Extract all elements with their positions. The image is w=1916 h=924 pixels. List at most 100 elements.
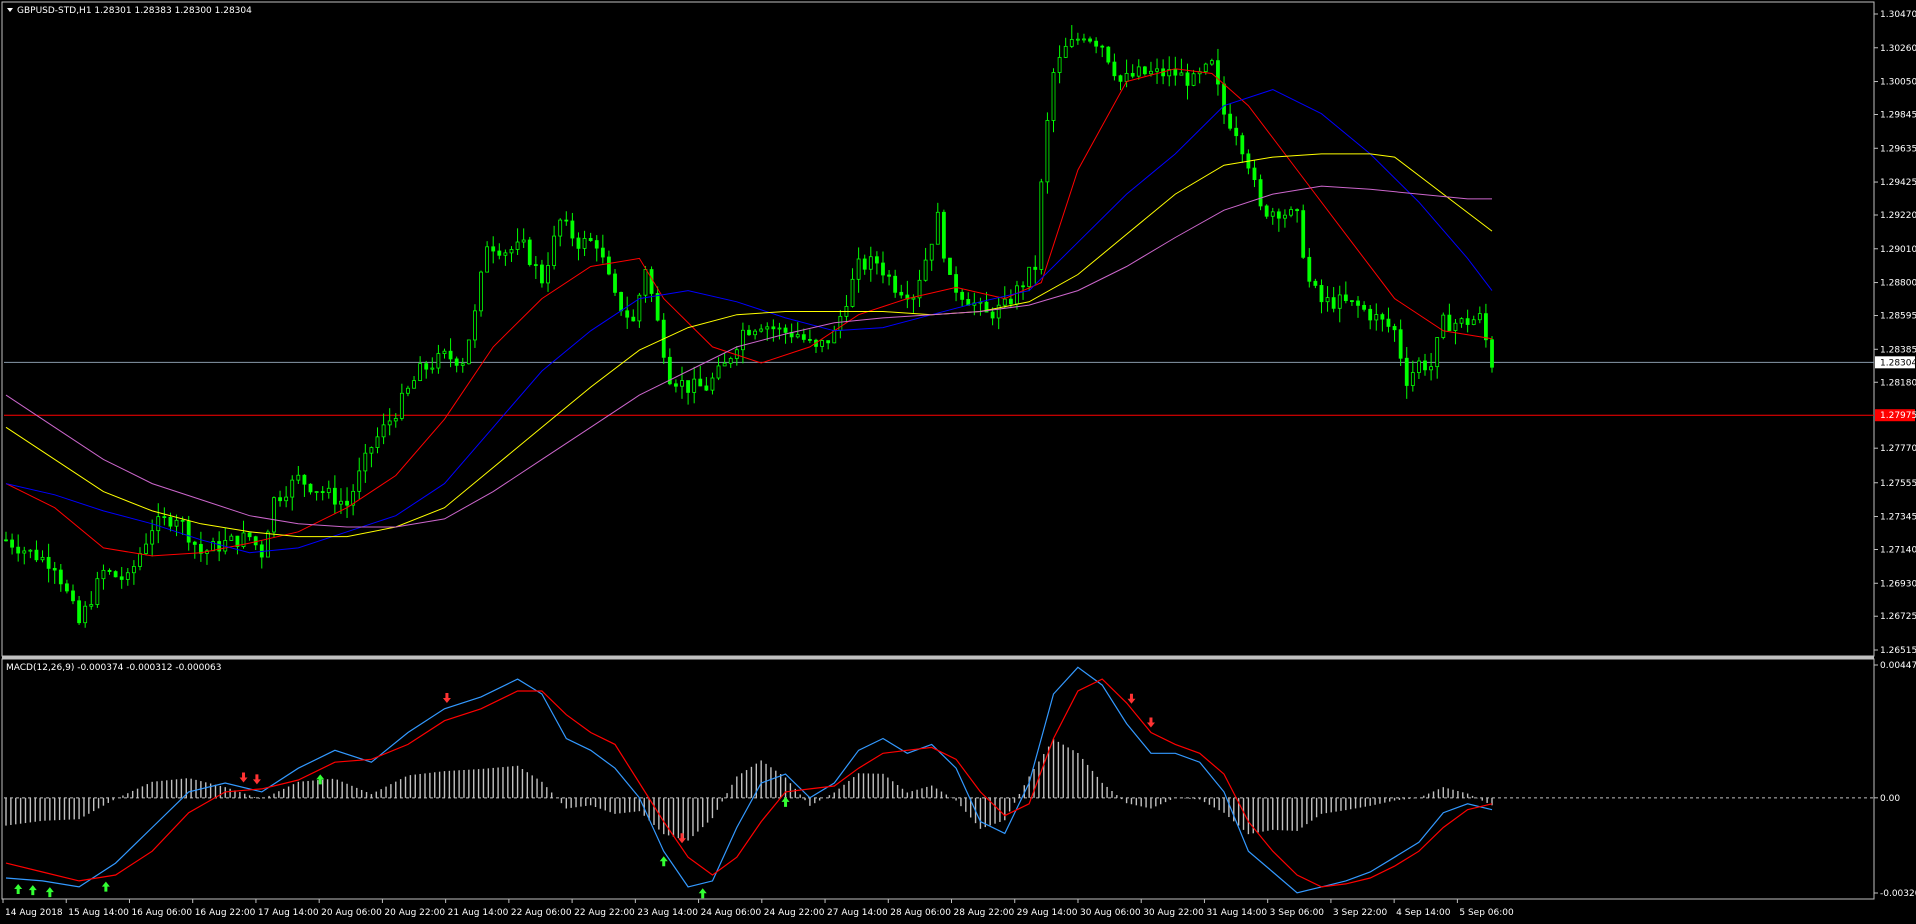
candle-body [381,424,386,438]
candle-body [265,531,270,558]
candle-body [119,576,124,580]
candle-body [1307,256,1312,282]
candle-body [314,491,319,493]
candle-body [290,479,295,498]
candle-body [1118,75,1123,82]
price-tick-label: 1.28800 [1880,279,1916,289]
macd-axis-zero: 0.00 [1880,794,1900,804]
candle-body [1051,72,1056,121]
candle-body [929,243,934,261]
candle-body [479,271,483,312]
candle-body [923,259,928,281]
candle-body [741,329,745,351]
candle-body [375,436,380,448]
candle-body [326,487,331,493]
candle-body [564,219,569,222]
time-tick-label: 5 Sep 06:00 [1459,908,1514,918]
candle-body [1063,45,1068,58]
candle-body [1124,72,1129,82]
time-tick-label: 15 Aug 14:00 [68,908,129,918]
candle-body [442,350,447,354]
current-price-text: 1.28304 [1880,358,1916,368]
price-tick-label: 1.30050 [1880,78,1916,88]
price-tick-label: 1.27140 [1880,545,1916,555]
candle-body [1350,300,1354,303]
candle-body [332,487,337,505]
candle-body [1423,360,1427,371]
candle-body [1100,45,1105,48]
candle-body [582,238,587,249]
candle-body [1313,280,1318,286]
chart-window[interactable]: 1.30470 1.30260 1.30050 1.29845 1.29635 1.294… [0,0,1916,924]
candle-body [960,291,965,300]
candle-body [1252,167,1257,181]
candle-body [1173,69,1178,76]
candle-body [1082,38,1086,41]
price-tick-label: 1.27770 [1880,444,1916,454]
candle-body [655,293,660,321]
candle-body [399,392,404,419]
candle-body [1094,40,1099,47]
time-tick-label: 3 Sep 06:00 [1270,908,1325,918]
candle-body [180,519,185,522]
candle-body [1057,57,1062,73]
candle-body [1027,266,1032,287]
time-tick-label: 24 Aug 22:00 [764,908,825,918]
price-tick-label: 1.26725 [1880,612,1916,622]
candle-body [509,249,514,254]
candle-body [1362,304,1367,310]
candle-body [58,569,63,585]
candle-body [996,304,1001,319]
candle-body [150,530,155,545]
candle-body [1319,285,1324,303]
candle-body [1185,72,1190,86]
candle-body [1112,61,1117,77]
candle-body [296,474,301,481]
candle-body [692,378,697,393]
candle-body [576,237,581,249]
candle-body [22,550,27,554]
time-tick-label: 27 Aug 14:00 [827,908,888,918]
candle-body [1283,214,1287,219]
candle-body [16,546,21,554]
candle-body [862,258,867,270]
candle-body [1368,308,1373,321]
candle-body [320,491,325,493]
candle-body [503,252,508,256]
candle-body [138,553,142,567]
candle-body [1417,360,1421,373]
candle-body [28,549,33,552]
candle-body [600,247,605,258]
price-tick-label: 1.30470 [1880,10,1916,20]
time-tick-label: 20 Aug 06:00 [321,908,382,918]
candle-body [521,239,526,243]
candle-body [369,447,374,454]
macd-axis-top: 0.004476 [1880,661,1916,671]
candle-body [131,566,136,574]
candle-body [34,549,39,561]
candle-body [1471,319,1476,325]
candle-body [698,378,703,387]
candle-body [406,387,410,394]
candle-body [460,363,465,366]
chart-header: GBPUSD-STD,H1 1.28301 1.28383 1.28300 1.… [7,6,252,16]
candle-body [1289,209,1293,216]
candle-body [558,219,563,237]
candle-body [1459,318,1464,324]
time-tick-label: 28 Aug 06:00 [890,908,951,918]
candle-body [765,326,770,330]
candle-body [588,238,593,241]
candle-body [1337,294,1342,309]
candle-body [430,367,435,370]
candle-body [686,380,690,393]
symbol-header: GBPUSD-STD,H1 1.28301 1.28383 1.28300 1.… [17,6,252,16]
candle-body [1240,135,1245,155]
candle-body [710,377,715,391]
candle-body [1356,300,1360,306]
candle-body [1331,297,1336,309]
candle-body [1039,181,1044,270]
candle-body [1075,38,1080,41]
candle-body [716,365,721,379]
candle-body [448,350,453,360]
price-tick-label: 1.28180 [1880,378,1916,388]
